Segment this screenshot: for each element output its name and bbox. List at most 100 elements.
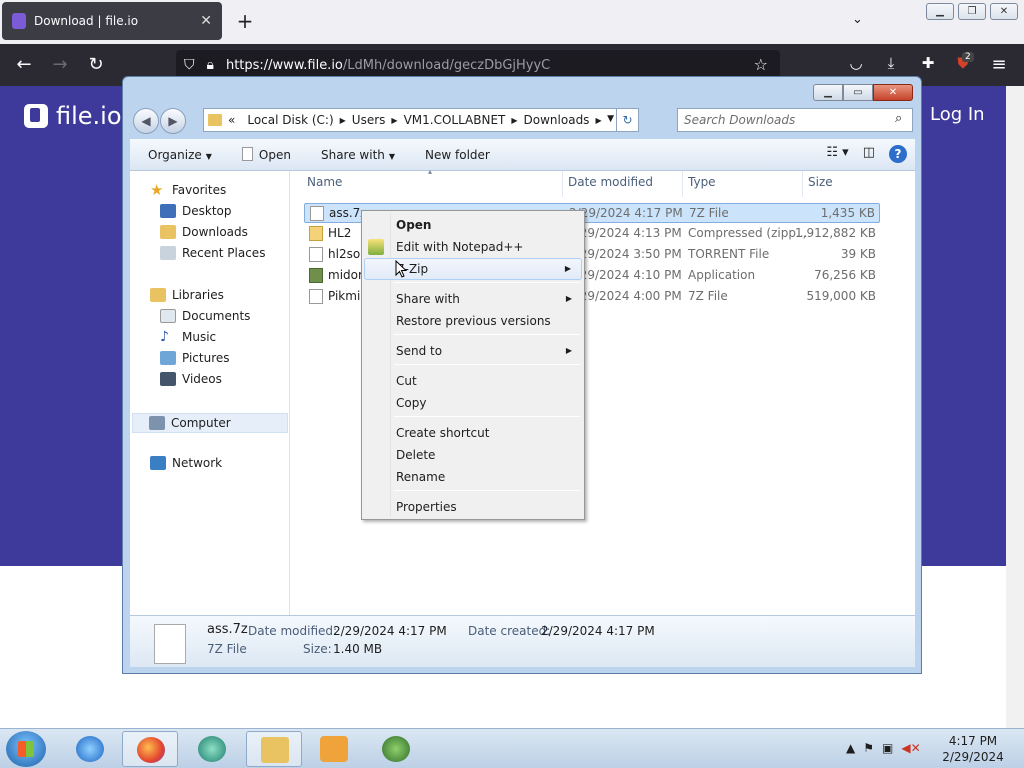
menu-item-restore-previous-versions[interactable]: Restore previous versions	[364, 310, 582, 332]
brand[interactable]: file.io	[24, 102, 122, 130]
details-file-name: ass.7z	[207, 622, 248, 637]
refresh-icon[interactable]: ↻	[616, 109, 638, 131]
back-arrow-icon[interactable]: ←	[13, 54, 35, 75]
nav-music[interactable]: ♪ Music	[160, 330, 216, 344]
view-options-icon[interactable]: ☷ ▾	[826, 145, 848, 163]
system-tray: ▲ ⚑ ▣ ◀✕	[846, 741, 921, 755]
details-size: 1.40 MB	[333, 642, 383, 656]
menu-item-send-to[interactable]: Send to ▶	[364, 340, 582, 362]
column-separator[interactable]	[562, 171, 563, 197]
lock-icon[interactable]: 🔒︎	[207, 57, 214, 73]
file-size: 1,435 KB	[820, 206, 875, 220]
breadcrumb-users[interactable]: Users	[352, 113, 386, 127]
taskbar-media-player[interactable]	[306, 731, 362, 767]
breadcrumb-chevron-icon[interactable]: ▶	[511, 116, 517, 125]
volume-muted-icon[interactable]: ◀✕	[901, 741, 920, 755]
nav-videos[interactable]: Videos	[160, 372, 222, 386]
breadcrumb-downloads[interactable]: Downloads	[524, 113, 590, 127]
explorer-close-icon[interactable]: ✕	[873, 84, 913, 101]
reload-icon[interactable]: ↻	[85, 54, 107, 75]
taskbar-explorer[interactable]	[246, 731, 302, 767]
breadcrumb-chevron-icon[interactable]: ▶	[391, 116, 397, 125]
nav-downloads[interactable]: Downloads	[160, 225, 248, 239]
extension-badge: 2	[962, 52, 974, 62]
close-window-icon[interactable]: ✕	[990, 3, 1018, 20]
forward-arrow-icon[interactable]: →	[49, 54, 71, 75]
new-tab-button[interactable]: +	[232, 8, 258, 34]
clock[interactable]: 4:17 PM 2/29/2024	[940, 733, 1006, 765]
column-type[interactable]: Type	[688, 175, 716, 189]
pocket-icon[interactable]: ◡	[845, 54, 867, 72]
breadcrumb-chevron-icon[interactable]: ▶	[340, 116, 346, 125]
help-icon[interactable]: ?	[889, 145, 907, 163]
nav-recent-places[interactable]: Recent Places	[160, 246, 265, 260]
nav-pictures[interactable]: Pictures	[160, 351, 230, 365]
menu-icon[interactable]: ≡	[988, 54, 1010, 75]
breadcrumb-chevron-icon[interactable]: ▶	[595, 116, 601, 125]
new-folder-button[interactable]: New folder	[425, 148, 490, 162]
list-tabs-icon[interactable]: ⌄	[852, 12, 863, 27]
search-input[interactable]: Search Downloads	[677, 108, 913, 132]
close-tab-icon[interactable]: ✕	[200, 13, 212, 29]
nav-libraries[interactable]: Libraries	[150, 288, 224, 302]
login-link[interactable]: Log In	[930, 104, 985, 125]
page-scrollbar[interactable]	[1006, 86, 1024, 728]
file-type: Compressed (zipp...	[688, 226, 808, 240]
extensions-icon[interactable]: ✚	[917, 54, 939, 72]
back-icon[interactable]: ◀	[133, 108, 159, 134]
taskbar-firefox[interactable]	[122, 731, 178, 767]
show-hidden-icons-icon[interactable]: ▲	[846, 741, 855, 755]
taskbar-internet-explorer[interactable]	[62, 731, 118, 767]
nav-network[interactable]: Network	[150, 456, 222, 470]
taskbar: ▲ ⚑ ▣ ◀✕ 4:17 PM 2/29/2024	[0, 728, 1024, 768]
menu-item-share-with[interactable]: Share with ▶	[364, 288, 582, 310]
nav-documents[interactable]: Documents	[160, 309, 250, 323]
bookmark-star-icon[interactable]: ☆	[754, 55, 768, 74]
url-text[interactable]: https://www.file.io/LdMh/download/geczDb…	[226, 58, 550, 73]
breadcrumb-user[interactable]: VM1.COLLABNET	[404, 113, 506, 127]
start-button[interactable]	[6, 731, 46, 767]
search-icon[interactable]: ⌕	[895, 111, 902, 126]
network-tray-icon[interactable]: ▣	[882, 741, 893, 755]
taskbar-browser[interactable]	[184, 731, 240, 767]
forward-icon[interactable]: ▶	[160, 108, 186, 134]
menu-item-copy[interactable]: Copy	[364, 392, 582, 414]
file-icon	[241, 147, 253, 161]
nav-computer[interactable]: Computer	[132, 413, 288, 433]
menu-item-properties[interactable]: Properties	[364, 496, 582, 518]
menu-item-edit-notepad[interactable]: Edit with Notepad++	[364, 236, 582, 258]
explorer-minimize-icon[interactable]: ▁	[813, 84, 843, 101]
organize-button[interactable]: Organize ▼	[148, 148, 212, 162]
shield-icon[interactable]: ⛉	[184, 57, 195, 73]
taskbar-app[interactable]	[368, 731, 424, 767]
explorer-window-controls: ▁ ▭ ✕	[813, 84, 913, 101]
explorer-maximize-icon[interactable]: ▭	[843, 84, 873, 101]
browser-tab[interactable]: Download | file.io ✕	[2, 2, 222, 40]
column-size[interactable]: Size	[808, 175, 833, 189]
action-center-flag-icon[interactable]: ⚑	[863, 741, 874, 755]
file-size: 519,000 KB	[806, 289, 876, 303]
breadcrumb-overflow[interactable]: «	[228, 113, 235, 127]
preview-pane-icon[interactable]: ◫	[863, 145, 875, 163]
column-separator[interactable]	[682, 171, 683, 197]
file-size: 1,912,882 KB	[795, 226, 876, 240]
menu-item-delete[interactable]: Delete	[364, 444, 582, 466]
address-bar[interactable]: « Local Disk (C:) ▶ Users ▶ VM1.COLLABNE…	[203, 108, 639, 132]
open-button[interactable]: Open	[241, 147, 291, 162]
address-dropdown-icon[interactable]: ▼	[607, 114, 614, 124]
nav-favorites[interactable]: ★ Favorites	[150, 183, 226, 198]
column-separator[interactable]	[802, 171, 803, 197]
downloads-icon[interactable]: ⤓	[880, 54, 902, 72]
nav-desktop[interactable]: Desktop	[160, 204, 232, 218]
menu-item-cut[interactable]: Cut	[364, 370, 582, 392]
column-date-modified[interactable]: Date modified	[568, 175, 653, 189]
file-size: 76,256 KB	[814, 268, 876, 282]
menu-item-open[interactable]: Open	[364, 214, 582, 236]
breadcrumb-local-disk[interactable]: Local Disk (C:)	[247, 113, 333, 127]
minimize-icon[interactable]: ▁	[926, 3, 954, 20]
menu-item-create-shortcut[interactable]: Create shortcut	[364, 422, 582, 444]
restore-icon[interactable]: ❐	[958, 3, 986, 20]
share-with-button[interactable]: Share with ▼	[321, 148, 395, 162]
menu-item-rename[interactable]: Rename	[364, 466, 582, 488]
column-name[interactable]: Name	[307, 175, 342, 189]
